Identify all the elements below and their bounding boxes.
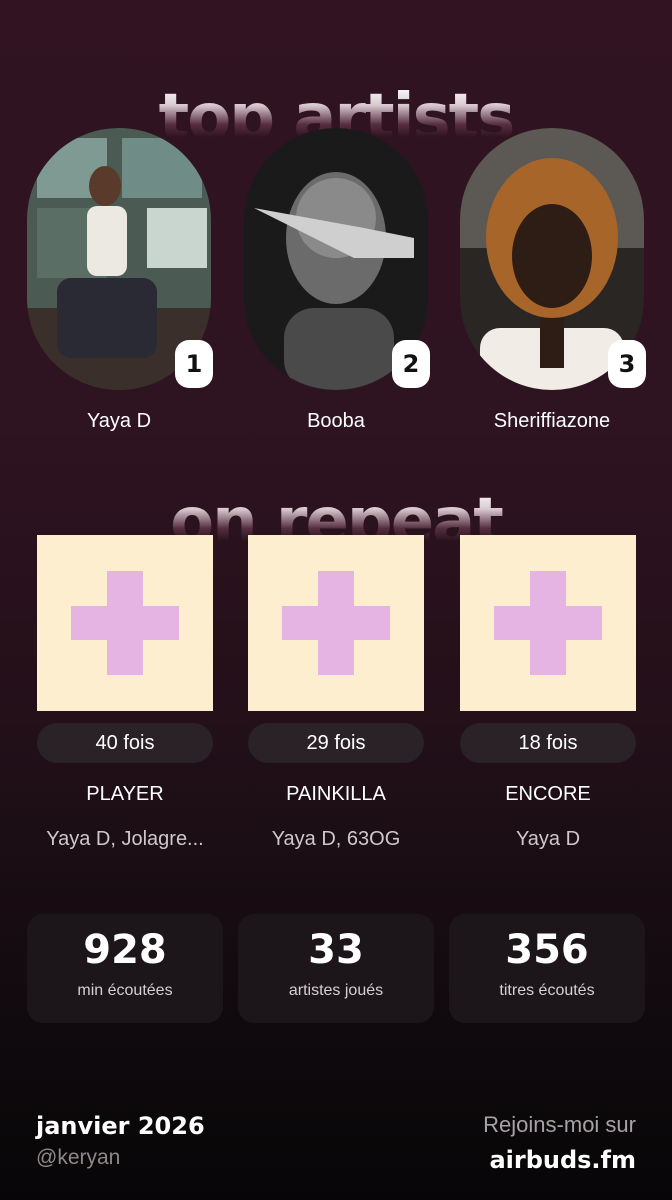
stat-card-artists: 33 artistes joués — [238, 914, 434, 1023]
stat-label: titres écoutés — [499, 982, 595, 999]
artist-card-1[interactable]: 1 Yaya D — [27, 128, 213, 432]
rank-badge: 1 — [175, 340, 213, 388]
track-title: ENCORE — [505, 783, 591, 805]
play-count: 18 fois — [460, 723, 636, 763]
track-artists: Yaya D — [515, 828, 581, 850]
rank-badge: 3 — [608, 340, 646, 388]
track-cover — [248, 535, 424, 711]
stat-card-tracks: 356 titres écoutés — [449, 914, 645, 1023]
user-handle[interactable]: @keryan — [36, 1146, 205, 1170]
stat-value: 928 — [83, 927, 167, 973]
artist-name: Sheriffiazone — [493, 410, 611, 432]
track-card-2[interactable]: 29 fois PAINKILLA Yaya D, 63OG — [248, 535, 424, 851]
footer-right: Rejoins-moi sur airbuds.fm — [483, 1112, 636, 1174]
track-title: PLAYER — [86, 783, 164, 805]
play-count: 40 fois — [37, 723, 213, 763]
stat-card-minutes: 928 min écoutées — [27, 914, 223, 1023]
track-title: PAINKILLA — [286, 783, 386, 805]
track-artists: Yaya D, 63OG — [271, 828, 401, 850]
artist-name: Booba — [307, 410, 365, 432]
track-cover — [460, 535, 636, 711]
track-artists: Yaya D, Jolagre... — [46, 828, 204, 850]
rank-badge: 2 — [392, 340, 430, 388]
track-card-3[interactable]: 18 fois ENCORE Yaya D — [460, 535, 636, 851]
play-count: 29 fois — [248, 723, 424, 763]
track-cover — [37, 535, 213, 711]
artist-name: Yaya D — [86, 410, 152, 432]
footer-left: janvier 2026 @keryan — [36, 1112, 205, 1170]
artist-card-2[interactable]: 2 Booba — [244, 128, 430, 432]
stat-value: 33 — [308, 927, 364, 973]
stat-value: 356 — [505, 927, 589, 973]
join-cta: Rejoins-moi sur — [483, 1112, 636, 1137]
stat-label: min écoutées — [77, 982, 173, 999]
stat-label: artistes joués — [288, 982, 384, 999]
period-label: janvier 2026 — [36, 1112, 205, 1140]
brand-link[interactable]: airbuds.fm — [483, 1146, 636, 1174]
artist-card-3[interactable]: 3 Sheriffiazone — [460, 128, 646, 432]
track-card-1[interactable]: 40 fois PLAYER Yaya D, Jolagre... — [37, 535, 213, 851]
